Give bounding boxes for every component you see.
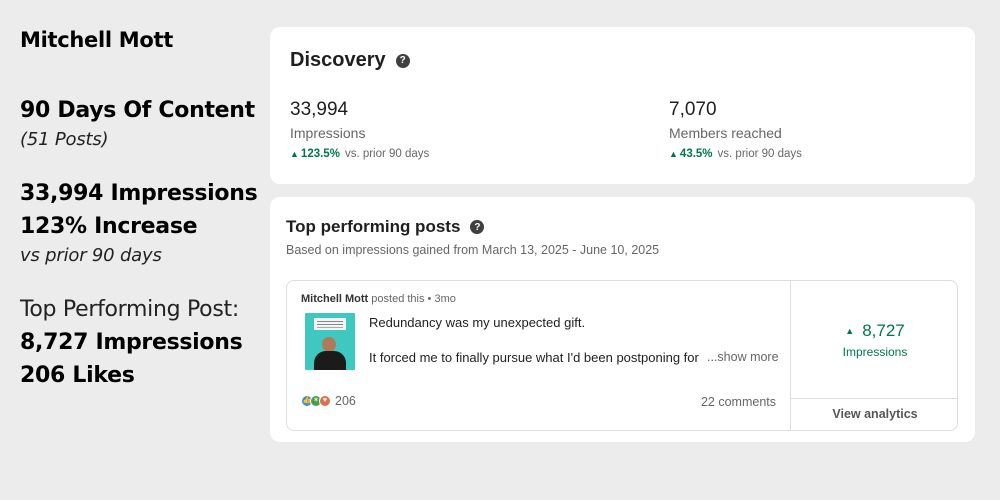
metric-change-pct: 123.5% <box>300 148 340 160</box>
reaction-count: 206 <box>335 394 356 408</box>
summary-panel: Mitchell Mott 90 Days Of Content (51 Pos… <box>20 28 265 392</box>
metric-change: ▲ 123.5% vs. prior 90 days <box>290 148 429 160</box>
post-meta-suffix: posted this • 3mo <box>371 293 456 305</box>
post-author[interactable]: Mitchell Mott <box>301 293 368 305</box>
top-posts-card: Top performing posts ? Based on impressi… <box>270 197 975 442</box>
top-posts-title: Top performing posts <box>286 217 461 236</box>
discovery-card: Discovery ? 33,994 Impressions ▲ 123.5% … <box>270 27 975 184</box>
triangle-up-icon: ▲ <box>669 149 678 159</box>
summary-top-post-impressions: 8,727 Impressions <box>20 330 243 355</box>
view-analytics-button[interactable]: View analytics <box>791 398 957 430</box>
metric-value: 33,994 <box>290 99 349 120</box>
summary-top-post-heading: Top Performing Post: <box>20 297 239 322</box>
metric-value: 7,070 <box>669 99 717 120</box>
summary-vs-prior: vs prior 90 days <box>20 245 162 266</box>
top-posts-title-row: Top performing posts ? <box>286 217 485 237</box>
members-reached-metric: 7,070 Members reached ▲ 43.5% vs. prior … <box>669 99 802 160</box>
post-thumbnail[interactable] <box>305 313 355 370</box>
metric-change-suffix: vs. prior 90 days <box>717 148 802 160</box>
post-text: Redundancy was my unexpected gift. It fo… <box>369 315 779 365</box>
summary-name: Mitchell Mott <box>20 28 173 52</box>
summary-posts-count: (51 Posts) <box>20 129 109 150</box>
post-impressions-label: Impressions <box>842 345 908 359</box>
metric-change: ▲ 43.5% vs. prior 90 days <box>669 148 802 160</box>
triangle-up-icon: ▲ <box>845 326 855 336</box>
question-circle-icon[interactable]: ? <box>470 220 485 234</box>
comments-count[interactable]: 22 comments <box>701 395 776 409</box>
post-line-2: It forced me to finally pursue what I'd … <box>369 350 701 365</box>
metric-label: Members reached <box>669 125 782 141</box>
post-item[interactable]: Mitchell Mott posted this • 3mo Redundan… <box>286 280 958 431</box>
metric-change-pct: 43.5% <box>679 148 713 160</box>
metric-label: Impressions <box>290 125 366 141</box>
love-reaction-icon: ♥ <box>319 395 331 407</box>
summary-content-title: 90 Days Of Content <box>20 98 255 123</box>
metric-change-suffix: vs. prior 90 days <box>344 148 430 160</box>
post-line-1: Redundancy was my unexpected gift. <box>369 315 586 330</box>
summary-top-post-likes: 206 Likes <box>20 363 135 388</box>
post-meta: Mitchell Mott posted this • 3mo <box>301 293 456 305</box>
triangle-up-icon: ▲ <box>290 149 299 159</box>
post-stats: ▲ 8,727 Impressions View analytics <box>790 281 957 430</box>
show-more-link[interactable]: ...show more <box>707 350 779 365</box>
discovery-title: Discovery <box>290 49 386 71</box>
impressions-metric: 33,994 Impressions ▲ 123.5% vs. prior 90… <box>290 99 429 160</box>
post-impressions-value-row: ▲ 8,727 <box>791 321 957 341</box>
post-preview[interactable]: Mitchell Mott posted this • 3mo Redundan… <box>287 281 790 430</box>
summary-impressions: 33,994 Impressions <box>20 181 258 206</box>
question-circle-icon[interactable]: ? <box>395 53 410 68</box>
post-impressions-value: 8,727 <box>862 321 905 340</box>
summary-increase: 123% Increase <box>20 214 198 239</box>
discovery-title-row: Discovery ? <box>290 49 410 72</box>
reactions[interactable]: 👍 ✶ ♥ 206 <box>301 394 356 408</box>
top-posts-subtitle: Based on impressions gained from March 1… <box>286 243 660 257</box>
